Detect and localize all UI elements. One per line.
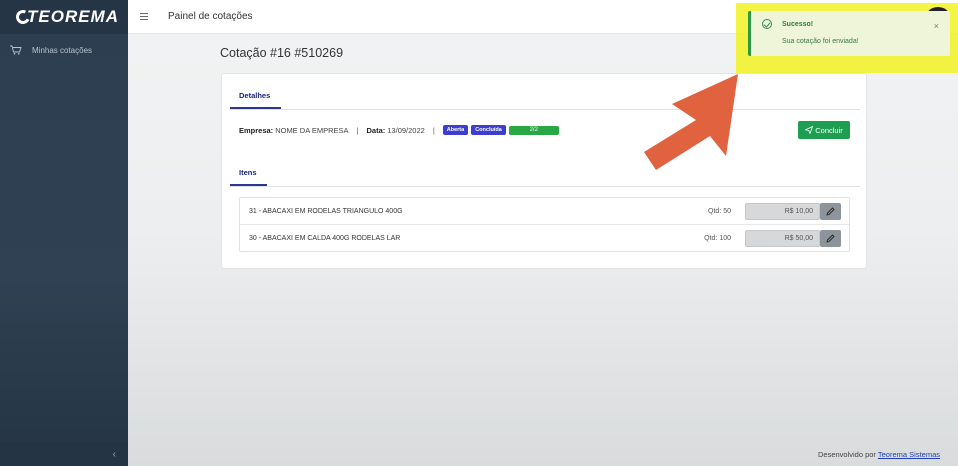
footer: Desenvolvido por Teorema Sistemas	[818, 450, 940, 459]
brand-logo[interactable]: TEOREMA	[14, 7, 119, 27]
concluir-label: Concluir	[815, 125, 843, 135]
data-value: 13/09/2022	[387, 125, 425, 135]
pencil-icon	[826, 234, 835, 243]
brand-bar: TEOREMA	[0, 0, 128, 34]
item-name: 30 - ABACAXI EM CALDA 400G RODELAS LAR	[249, 235, 401, 242]
concluir-button[interactable]: Concluir	[798, 121, 850, 139]
empresa-label: Empresa:	[239, 125, 274, 135]
divider	[230, 109, 860, 110]
separator: |	[432, 125, 435, 135]
footer-text: Desenvolvido por	[817, 450, 876, 459]
list-item: 30 - ABACAXI EM CALDA 400G RODELAS LAR Q…	[240, 225, 849, 252]
status-badge-aberta: Aberta	[442, 125, 469, 135]
quotation-card: Detalhes Empresa: NOME DA EMPRESA | Data…	[221, 73, 867, 269]
close-icon[interactable]: ×	[934, 21, 939, 31]
tab-detalhes[interactable]: Detalhes	[239, 91, 270, 100]
footer-link[interactable]: Teorema Sistemas	[878, 450, 940, 459]
price-field[interactable]: R$ 50,00	[745, 230, 820, 247]
item-qty: Qtd: 50	[708, 207, 731, 215]
chevron-left-icon: ‹	[112, 448, 116, 460]
divider	[230, 186, 860, 187]
paper-plane-icon	[805, 126, 814, 134]
topbar-title: Painel de cotações	[168, 11, 253, 22]
progress-bar: 2/2	[508, 125, 559, 135]
tab-itens[interactable]: Itens	[239, 168, 257, 177]
item-name: 31 - ABACAXI EM RODELAS TRIANGULO 400G	[249, 207, 403, 215]
separator: |	[356, 125, 359, 135]
data-label: Data:	[366, 125, 386, 135]
annotation-arrow-icon	[644, 74, 738, 170]
details-row: Empresa: NOME DA EMPRESA | Data: 13/09/2…	[239, 125, 559, 135]
status-badge-concluida: Concluída	[471, 125, 506, 135]
page-title: Cotação #16 #510269	[220, 46, 344, 60]
edit-button[interactable]	[820, 202, 841, 220]
item-qty: Qtd: 100	[704, 235, 731, 242]
toast-message: Sua cotação foi enviada!	[782, 38, 859, 45]
cart-icon	[10, 45, 22, 55]
check-circle-icon	[762, 19, 772, 29]
toast-title: Sucesso!	[782, 21, 814, 28]
pencil-icon	[826, 206, 835, 216]
price-field[interactable]: R$ 10,00	[745, 202, 820, 220]
hamburger-icon[interactable]	[140, 13, 148, 20]
list-item: 31 - ABACAXI EM RODELAS TRIANGULO 400G Q…	[240, 198, 849, 225]
sidebar-collapse-button[interactable]: ‹	[0, 442, 128, 466]
sidebar-item-label: Minhas cotações	[32, 45, 93, 55]
edit-button[interactable]	[820, 230, 841, 247]
sidebar-item-minhas-cotacoes[interactable]: Minhas cotações	[0, 38, 128, 62]
empresa-value: NOME DA EMPRESA	[275, 125, 349, 135]
success-toast: Sucesso! Sua cotação foi enviada! ×	[748, 11, 950, 56]
brand-name: TEOREMA	[27, 7, 119, 26]
sidebar: TEOREMA Minhas cotações ‹	[0, 0, 128, 466]
items-list: 31 - ABACAXI EM RODELAS TRIANGULO 400G Q…	[239, 197, 850, 252]
